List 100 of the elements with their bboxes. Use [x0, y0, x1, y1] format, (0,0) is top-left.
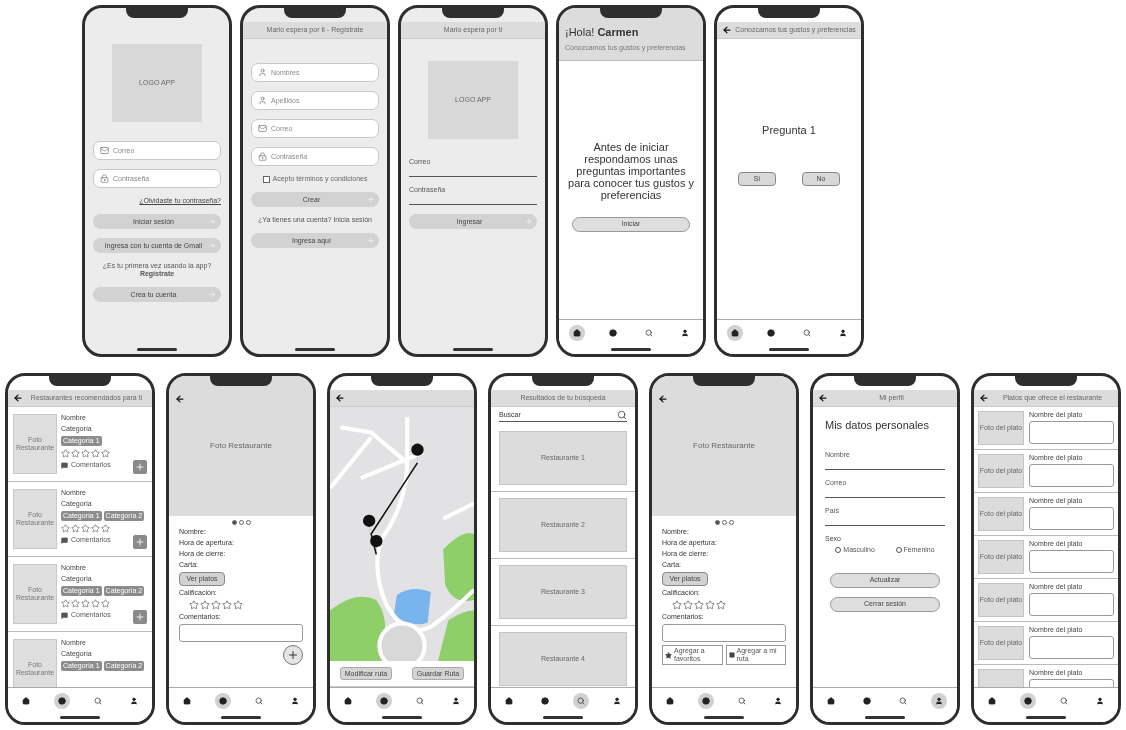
user-icon	[258, 68, 267, 77]
phone-notch	[693, 376, 755, 386]
star-icon	[665, 651, 672, 659]
plus-icon	[135, 537, 145, 547]
home-indicator	[1026, 716, 1066, 719]
search-icon	[617, 410, 627, 420]
star-rating[interactable]	[61, 599, 110, 608]
star-icon[interactable]	[61, 599, 70, 608]
arrow-right-icon	[367, 237, 374, 244]
star-icon[interactable]	[694, 600, 704, 610]
star-icon[interactable]	[91, 449, 100, 458]
star-icon[interactable]	[233, 600, 243, 610]
compass-icon	[58, 696, 66, 705]
search-icon	[645, 328, 653, 337]
compass-icon	[219, 696, 227, 705]
description-box[interactable]	[1029, 507, 1114, 530]
home-indicator	[865, 716, 905, 719]
star-icon[interactable]	[81, 599, 90, 608]
description-box[interactable]	[1029, 593, 1114, 616]
description-box[interactable]	[1029, 550, 1114, 573]
home-icon	[827, 696, 835, 705]
description-box[interactable]	[1029, 464, 1114, 487]
home-icon	[183, 696, 191, 705]
comment-icon	[61, 461, 68, 469]
phone-notch	[758, 8, 820, 18]
add-button[interactable]	[133, 535, 147, 549]
comment-box[interactable]	[179, 624, 303, 642]
message-text: Pregunta 1	[762, 124, 816, 136]
search-icon	[416, 696, 424, 705]
compass-icon	[609, 328, 617, 337]
star-icon[interactable]	[189, 600, 199, 610]
back-arrow-icon[interactable]	[722, 25, 732, 35]
star-icon[interactable]	[211, 600, 221, 610]
star-icon[interactable]	[71, 449, 80, 458]
home-indicator	[295, 348, 335, 351]
arrow-right-icon	[209, 218, 216, 225]
message-text: Antes de iniciar respondamos unas preguntas importantes para conocer tus gustos y preferencias	[567, 140, 695, 201]
star-icon[interactable]	[222, 600, 232, 610]
back-arrow-icon[interactable]	[818, 393, 828, 403]
star-icon[interactable]	[61, 449, 70, 458]
back-arrow-icon[interactable]	[13, 393, 23, 403]
search-icon	[94, 696, 102, 705]
star-icon[interactable]	[200, 600, 210, 610]
star-icon[interactable]	[101, 599, 110, 608]
add-button[interactable]	[133, 610, 147, 624]
back-arrow-icon[interactable]	[175, 394, 185, 404]
nav-tab[interactable]	[698, 692, 714, 709]
greeting-title: ¡Hola! Carmen	[565, 25, 640, 40]
user-icon	[681, 328, 689, 337]
star-icon[interactable]	[91, 599, 100, 608]
add-button[interactable]	[133, 460, 147, 474]
arrow-right-icon	[367, 196, 374, 203]
comment-box[interactable]	[662, 624, 786, 642]
mail-icon	[100, 146, 109, 155]
star-icon[interactable]	[672, 600, 682, 610]
add-button[interactable]	[283, 645, 303, 665]
star-rating[interactable]	[61, 524, 110, 533]
lock-icon	[258, 152, 267, 161]
star-rating[interactable]	[61, 449, 110, 458]
nav-tab[interactable]	[54, 692, 70, 709]
description-box[interactable]	[1029, 421, 1114, 444]
nav-tab[interactable]	[931, 692, 947, 709]
back-arrow-icon[interactable]	[658, 394, 668, 404]
lock-icon	[100, 174, 109, 183]
home-indicator	[221, 716, 261, 719]
phone-notch	[371, 376, 433, 386]
home-indicator	[453, 348, 493, 351]
star-icon[interactable]	[61, 524, 70, 533]
star-icon[interactable]	[71, 524, 80, 533]
home-icon	[344, 696, 352, 705]
photo-label: Foto Restaurante	[693, 440, 755, 452]
user-icon	[258, 96, 267, 105]
back-arrow-icon[interactable]	[979, 393, 989, 403]
star-icon[interactable]	[705, 600, 715, 610]
nav-tab[interactable]	[1020, 692, 1036, 709]
description-box[interactable]	[1029, 636, 1114, 659]
search-icon	[1060, 696, 1068, 705]
arrow-right-icon	[209, 242, 216, 249]
star-icon[interactable]	[101, 449, 110, 458]
star-icon[interactable]	[716, 600, 726, 610]
arrow-right-icon	[525, 218, 532, 225]
nav-tab[interactable]	[376, 692, 392, 709]
home-indicator	[60, 716, 100, 719]
phone-notch	[442, 8, 504, 18]
nav-tab[interactable]	[569, 324, 585, 341]
star-icon[interactable]	[683, 600, 693, 610]
star-icon[interactable]	[71, 599, 80, 608]
star-icon[interactable]	[91, 524, 100, 533]
star-icon[interactable]	[81, 524, 90, 533]
nav-tab[interactable]	[215, 692, 231, 709]
back-arrow-icon[interactable]	[335, 393, 345, 403]
star-icon[interactable]	[81, 449, 90, 458]
star-icon[interactable]	[101, 524, 110, 533]
checkbox[interactable]	[262, 175, 270, 183]
user-icon	[1096, 696, 1104, 705]
compass-icon	[380, 696, 388, 705]
compass-icon	[1024, 696, 1032, 705]
home-indicator	[704, 716, 744, 719]
search-icon	[738, 696, 746, 705]
nav-tab[interactable]	[727, 324, 743, 341]
